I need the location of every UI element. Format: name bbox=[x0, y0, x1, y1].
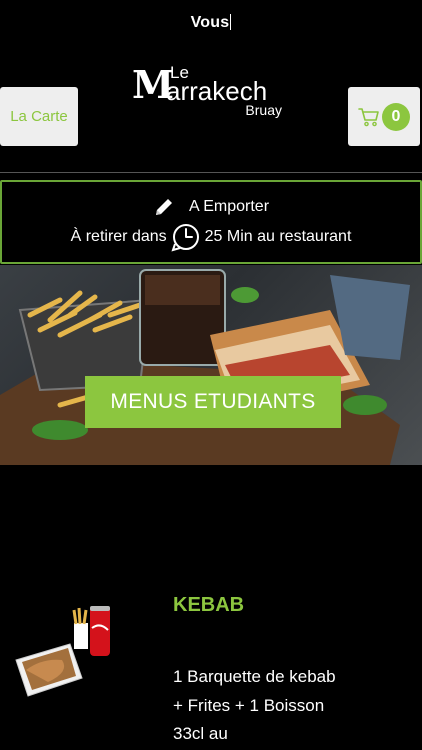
menu-button[interactable]: La Carte bbox=[0, 87, 78, 146]
product-image[interactable] bbox=[12, 598, 122, 708]
text-caret bbox=[230, 14, 232, 30]
pencil-icon bbox=[155, 199, 172, 215]
pickup-prefix: À retirer dans bbox=[70, 228, 167, 245]
order-mode-row: A Emporter bbox=[2, 196, 420, 218]
header-divider bbox=[0, 172, 422, 173]
clock-icon bbox=[171, 224, 199, 252]
order-pickup-row: À retirer dans 25 Min au restaurant bbox=[2, 222, 420, 252]
product-title: KEBAB bbox=[173, 594, 245, 616]
logo-name: arrakech bbox=[166, 76, 268, 106]
cart-count-badge: 0 bbox=[382, 102, 410, 131]
kebab-photo bbox=[15, 606, 110, 697]
user-label[interactable]: Vous bbox=[0, 14, 422, 32]
cart-button[interactable]: 0 bbox=[348, 87, 420, 146]
logo-city: Bruay bbox=[245, 102, 282, 118]
pickup-time: 25 Min au restaurant bbox=[204, 228, 352, 245]
product-description: 1 Barquette de kebab + Frites + 1 Boisso… bbox=[173, 667, 336, 743]
food-photo bbox=[0, 269, 410, 465]
order-info-box[interactable]: A Emporter À retirer dans 25 Min au rest… bbox=[0, 180, 422, 264]
menus-etudiants-button[interactable]: MENUS ETUDIANTS bbox=[85, 376, 341, 428]
restaurant-logo: Le M arrakech Bruay bbox=[130, 60, 290, 122]
user-label-text: Vous bbox=[190, 14, 230, 31]
promo-banner-image[interactable] bbox=[0, 265, 422, 465]
cart-icon bbox=[358, 107, 379, 126]
order-mode: A Emporter bbox=[188, 198, 270, 215]
app-screen: Vous La Carte Le M arrakech Bruay 0 A Em… bbox=[0, 0, 422, 750]
